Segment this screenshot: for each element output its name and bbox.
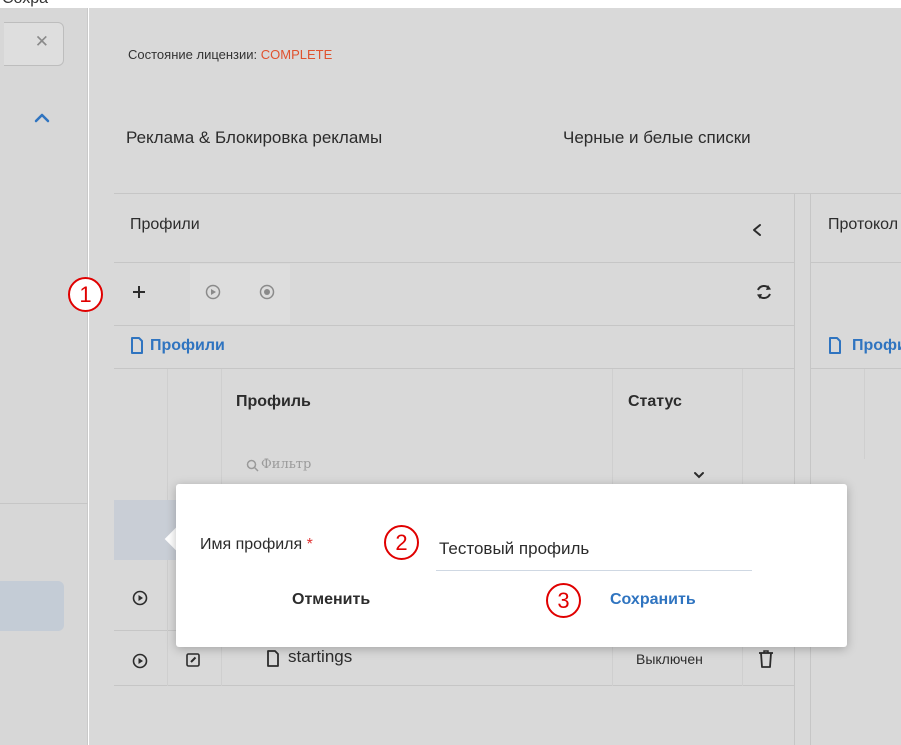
breadcrumb-profiles[interactable]: Профили: [150, 337, 225, 355]
stop-icon[interactable]: [258, 283, 276, 301]
search-icon: [246, 459, 259, 472]
refresh-icon[interactable]: [754, 282, 774, 302]
profile-name-label-text: Имя профиля: [200, 536, 303, 553]
selected-row[interactable]: [114, 500, 177, 560]
required-mark: *: [306, 536, 313, 553]
close-button[interactable]: ✕: [4, 22, 64, 66]
document-icon: [267, 650, 279, 667]
document-icon-right: [829, 337, 841, 354]
toolbar-border: [114, 325, 794, 326]
chevron-left-icon[interactable]: [750, 222, 764, 238]
right-panel-header-border: [810, 262, 901, 263]
trash-icon[interactable]: [757, 649, 775, 669]
license-label: Состояние лицензии:: [128, 47, 258, 62]
tab-ads-blocking[interactable]: Реклама & Блокировка рекламы: [126, 128, 382, 148]
license-value: COMPLETE: [260, 47, 333, 62]
tab-black-white-lists[interactable]: Черные и белые списки: [563, 128, 751, 148]
filter-input[interactable]: Фильтр: [261, 457, 311, 472]
right-breadcrumb-border: [810, 368, 901, 369]
column-header-status[interactable]: Статус: [628, 393, 682, 411]
play-icon[interactable]: [132, 653, 148, 669]
play-icon[interactable]: [204, 283, 222, 301]
profile-name-input[interactable]: [436, 527, 752, 571]
row-status: Выключен: [636, 651, 703, 667]
add-profile-button[interactable]: [130, 283, 148, 301]
right-panel-title: Протокол: [828, 216, 899, 233]
right-breadcrumb[interactable]: Профили: [852, 337, 901, 355]
partial-header-text: Сохра: [2, 0, 48, 8]
play-icon[interactable]: [132, 590, 148, 606]
sidebar-active-item[interactable]: [0, 581, 64, 631]
save-button[interactable]: Сохранить: [610, 591, 696, 609]
step-marker-2: 2: [384, 525, 419, 560]
document-icon: [131, 337, 143, 354]
step-marker-3: 3: [546, 583, 581, 618]
profile-name-label: Имя профиля *: [200, 536, 313, 554]
row-border-bottom: [114, 685, 794, 686]
step-marker-1: 1: [68, 277, 103, 312]
cancel-button[interactable]: Отменить: [292, 591, 370, 609]
column-header-profile[interactable]: Профиль: [236, 393, 311, 411]
edit-icon[interactable]: [185, 652, 201, 668]
panel-divider-right: [810, 193, 811, 745]
right-grid-line: [864, 369, 865, 459]
sidebar-divider: [0, 503, 88, 504]
license-status: Состояние лицензии: COMPLETE: [128, 47, 332, 62]
panel-title-profiles: Профили: [130, 216, 200, 233]
panel-top-border: [114, 193, 901, 194]
panel-header-border: [114, 262, 794, 263]
row-profile-name[interactable]: startings: [288, 647, 352, 667]
chevron-up-icon[interactable]: [34, 110, 50, 126]
panel-divider: [794, 193, 795, 745]
breadcrumb-border: [114, 368, 794, 369]
close-icon: ✕: [34, 32, 49, 52]
chevron-down-icon[interactable]: [692, 470, 706, 480]
